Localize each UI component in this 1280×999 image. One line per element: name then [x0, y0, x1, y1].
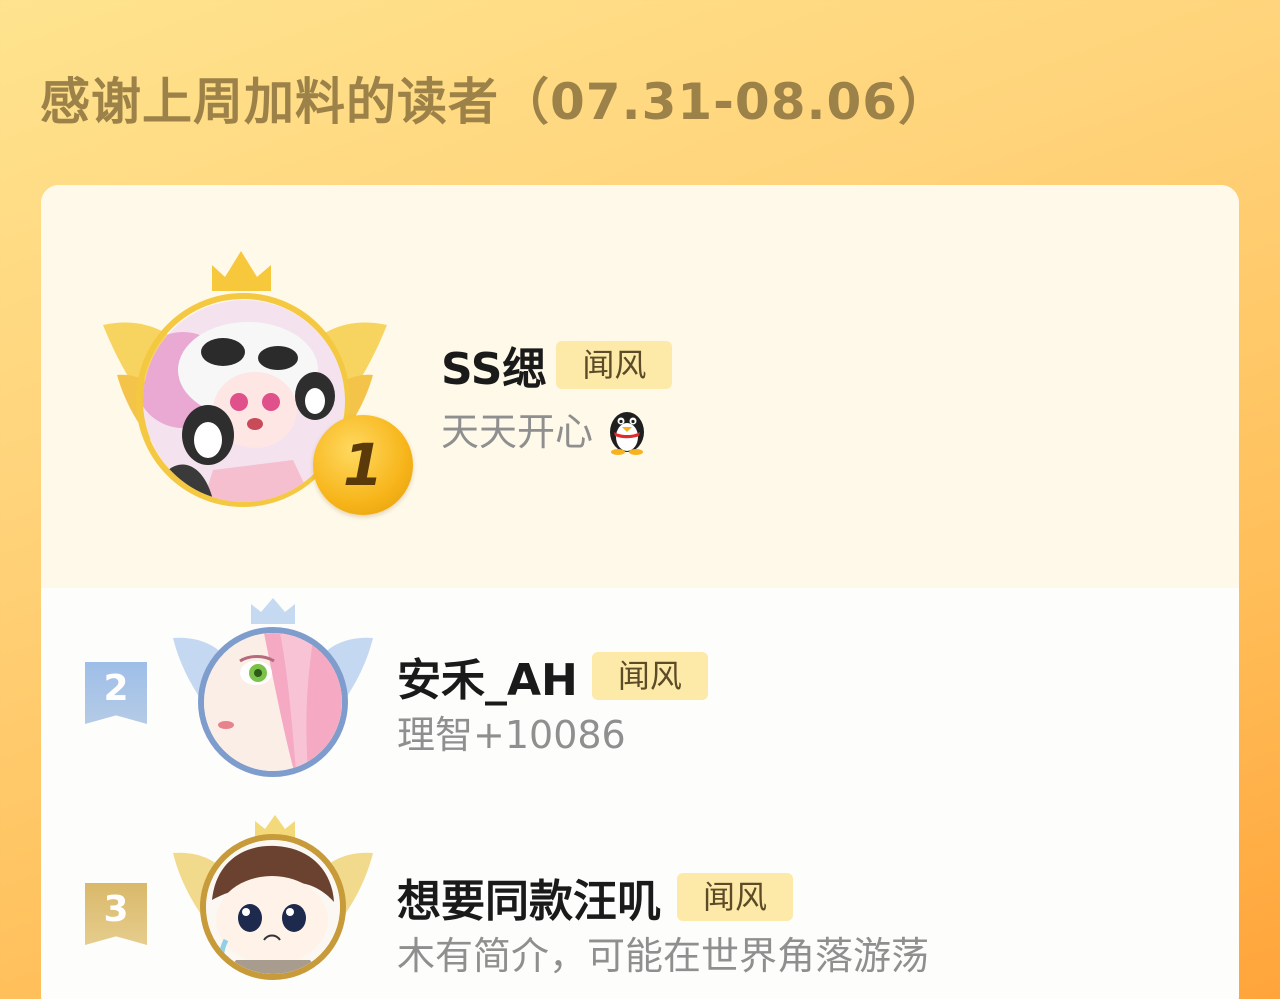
- bio-text: 天天开心: [441, 410, 594, 454]
- avatar-frame-bronze: [169, 813, 379, 999]
- ranking-card: 1 SS缌 闻风 天天开心 2 安禾_AH 闻风 理智+10086 3 想要同款…: [41, 185, 1239, 999]
- name-row: SS缌 闻风: [441, 333, 673, 397]
- username[interactable]: SS缌: [441, 333, 546, 397]
- level-badge: 闻风: [677, 873, 794, 921]
- avatar: [204, 633, 342, 771]
- rank-1-medal: 1: [313, 415, 413, 515]
- ranking-item-1[interactable]: 1 SS缌 闻风 天天开心: [41, 185, 1239, 588]
- level-badge: 闻风: [591, 652, 708, 700]
- avatar-frame-silver: [169, 598, 379, 788]
- rank-2-flag: 2: [85, 662, 147, 724]
- rank-3-flag: 3: [85, 883, 147, 945]
- avatar-frame-gold: 1: [99, 247, 413, 522]
- user-bio: 理智+10086: [397, 713, 626, 757]
- avatar: [206, 840, 340, 974]
- user-bio: 木有简介，可能在世界角落游荡: [397, 934, 930, 978]
- username[interactable]: 安禾_AH: [397, 644, 578, 708]
- ranking-item-3[interactable]: 3 想要同款汪叽 闻风 木有简介，可能在世界角落游荡: [41, 809, 1239, 999]
- name-row: 安禾_AH 闻风: [397, 644, 708, 708]
- level-badge: 闻风: [556, 341, 673, 389]
- user-bio: 天天开心: [441, 401, 651, 464]
- penguin-icon: [603, 405, 651, 464]
- ranking-item-2[interactable]: 2 安禾_AH 闻风 理智+10086: [41, 588, 1239, 818]
- name-row: 想要同款汪叽 闻风: [397, 865, 794, 929]
- page-title: 感谢上周加料的读者（07.31-08.06）: [40, 73, 950, 131]
- username[interactable]: 想要同款汪叽: [397, 865, 661, 929]
